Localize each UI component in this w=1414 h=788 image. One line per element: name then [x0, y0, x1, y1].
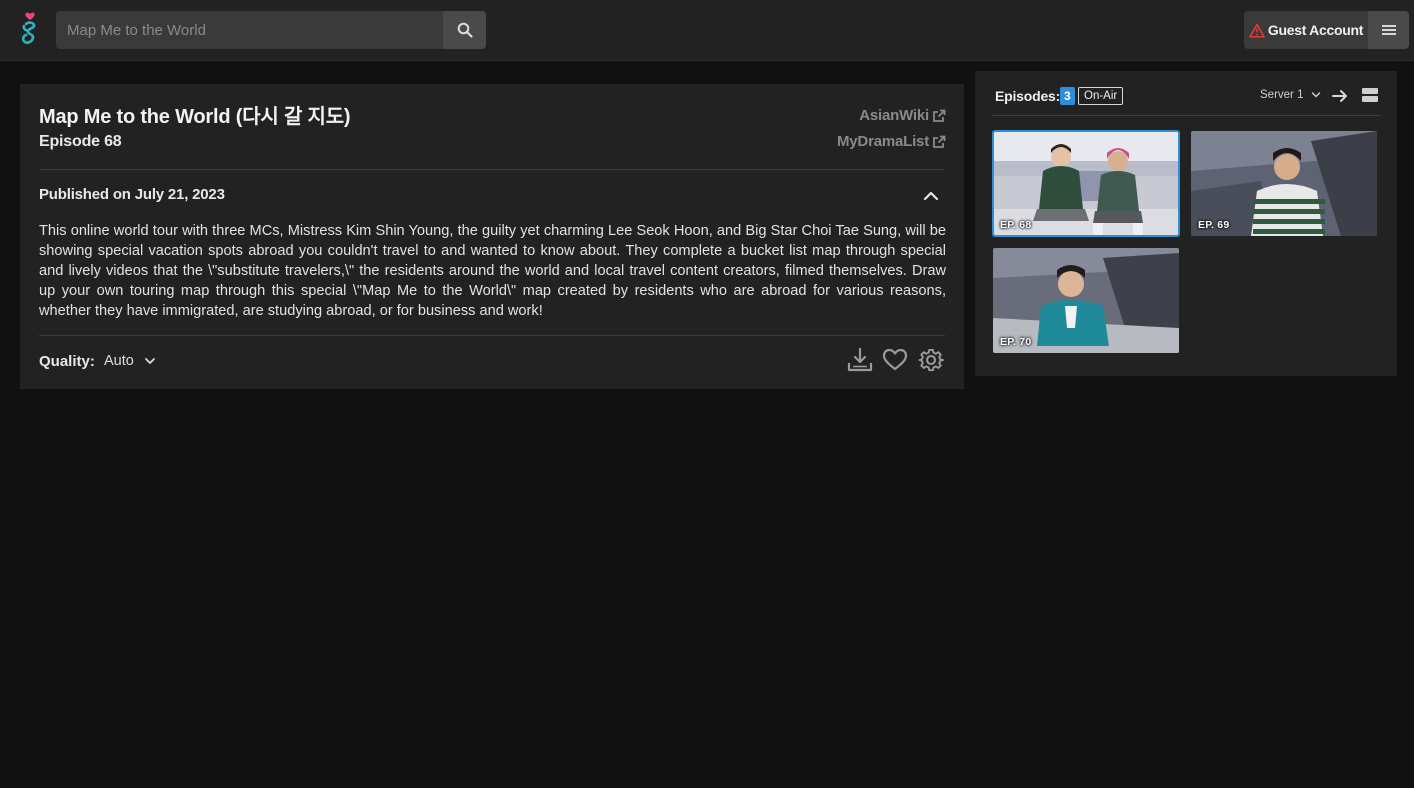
arrow-right-icon — [1332, 90, 1347, 102]
search-button[interactable] — [443, 11, 486, 49]
chevron-up-icon — [923, 191, 939, 201]
episode-info-panel: Map Me to the World (다시 갈 지도) Episode 68… — [20, 84, 964, 389]
mydramalist-link[interactable]: MyDramaList — [837, 133, 946, 150]
episode-thumbnail-68[interactable]: EP. 68 — [992, 130, 1180, 237]
search-bar — [56, 11, 486, 49]
download-icon — [847, 347, 873, 372]
show-title: Map Me to the World (다시 갈 지도) — [39, 106, 351, 128]
episode-thumbnail-69[interactable]: EP. 69 — [1191, 131, 1377, 236]
episodes-panel: Episodes: 3 On-Air Server 1 EP. 68 EP. 6… — [975, 71, 1397, 376]
download-button[interactable] — [847, 347, 873, 373]
guest-account-label: Guest Account — [1267, 22, 1364, 38]
external-link-icon — [933, 109, 946, 122]
episode-label: Episode 68 — [39, 133, 122, 150]
settings-button[interactable] — [918, 347, 944, 373]
server-value: Server 1 — [1260, 89, 1304, 101]
mydramalist-link-label: MyDramaList — [837, 133, 929, 150]
episode-count-badge: 3 — [1060, 87, 1075, 105]
episode-tag: EP. 70 — [1000, 336, 1032, 348]
collapse-description-button[interactable] — [922, 188, 940, 204]
episode-thumbnail-70[interactable]: EP. 70 — [993, 248, 1179, 353]
server-dropdown[interactable]: Server 1 — [1260, 89, 1321, 101]
warning-triangle-icon — [1249, 23, 1265, 38]
layout-toggle-button[interactable] — [1362, 87, 1378, 103]
episode-tag: EP. 68 — [1000, 219, 1032, 231]
divider — [39, 169, 945, 170]
episode-tag: EP. 69 — [1198, 219, 1230, 231]
episodes-label: Episodes: — [995, 88, 1061, 104]
quality-label: Quality: — [39, 353, 95, 370]
chevron-down-icon — [144, 358, 155, 364]
quality-value: Auto — [104, 353, 134, 369]
hamburger-menu-button[interactable] — [1368, 11, 1409, 49]
on-air-badge: On-Air — [1078, 87, 1124, 105]
quality-dropdown[interactable]: Auto — [104, 353, 156, 369]
asianwiki-link-label: AsianWiki — [859, 107, 929, 124]
external-link-icon — [933, 135, 946, 148]
divider — [991, 115, 1381, 116]
guest-account-button[interactable]: Guest Account — [1244, 11, 1368, 49]
logo-hand-heart-icon[interactable] — [14, 10, 46, 48]
asianwiki-link[interactable]: AsianWiki — [859, 107, 946, 124]
layout-toggle-icon — [1362, 88, 1378, 102]
top-navbar: Guest Account — [0, 0, 1414, 61]
search-icon — [457, 22, 473, 38]
published-date: Published on July 21, 2023 — [39, 186, 225, 203]
gear-icon — [918, 348, 944, 372]
episode-description: This online world tour with three MCs, M… — [39, 223, 946, 319]
next-episode-button[interactable] — [1331, 87, 1349, 105]
favorite-button[interactable] — [882, 347, 908, 373]
hamburger-menu-icon — [1381, 25, 1396, 35]
divider — [39, 335, 945, 336]
heart-icon — [882, 348, 908, 371]
search-input[interactable] — [56, 11, 443, 49]
chevron-down-icon — [1312, 92, 1321, 98]
